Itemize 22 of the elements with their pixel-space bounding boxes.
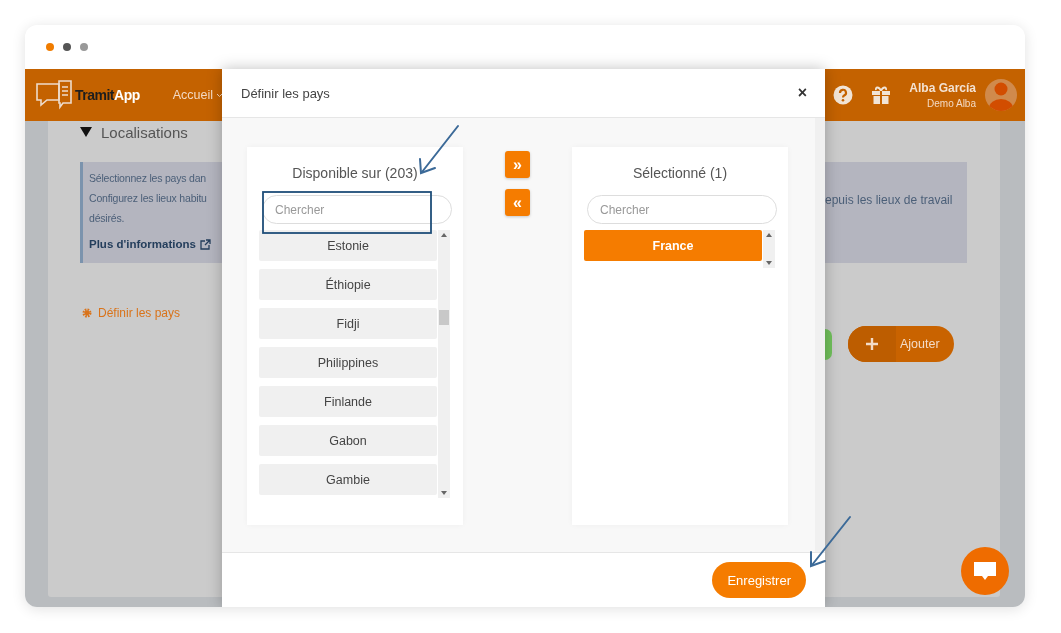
- panel-title: Disponible sur (203): [292, 165, 418, 181]
- search-field[interactable]: Chercher: [262, 195, 452, 224]
- info-text: epuis les lieux de travail: [825, 193, 953, 207]
- account-name: Demo Alba: [927, 98, 976, 109]
- user-name: Alba García: [909, 81, 976, 95]
- close-button[interactable]: ×: [797, 84, 807, 102]
- country-item[interactable]: Estonie: [259, 230, 437, 261]
- section-title: Localisations: [101, 123, 188, 141]
- more-info-link[interactable]: Plus d'informations: [89, 238, 211, 250]
- country-item[interactable]: Éthiopie: [259, 269, 437, 300]
- country-item[interactable]: Finlande: [259, 386, 437, 417]
- country-item[interactable]: Philippines: [259, 347, 437, 378]
- info-text: désirés.: [89, 211, 125, 225]
- country-item[interactable]: Gambie: [259, 464, 437, 495]
- search-field[interactable]: Chercher: [587, 195, 777, 224]
- info-text: Configurez les lieux habitu: [89, 191, 207, 205]
- logo-text: TramitApp: [75, 87, 140, 103]
- info-text: Sélectionnez les pays dan: [89, 171, 206, 185]
- modal-title: Définir les pays: [241, 85, 330, 101]
- country-item[interactable]: Fidji: [259, 308, 437, 339]
- panel-title: Sélectionné (1): [632, 165, 728, 181]
- country-item[interactable]: Gabon: [259, 425, 437, 456]
